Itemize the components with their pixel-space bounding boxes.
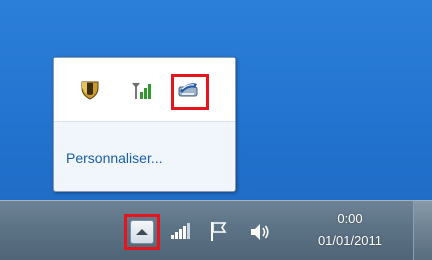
speaker-volume-icon[interactable] xyxy=(247,219,273,245)
clock-date: 01/01/2011 xyxy=(317,233,383,248)
taskbar-clock[interactable]: 0:00 01/01/2011 xyxy=(295,209,405,253)
mobile-network-signal-icon[interactable] xyxy=(130,79,156,105)
show-desktop-button[interactable] xyxy=(413,201,432,260)
network-signal-icon[interactable] xyxy=(168,219,194,245)
taskbar: 0:00 01/01/2011 xyxy=(0,200,432,260)
highlight-box-device-icon xyxy=(171,74,209,110)
popup-footer: Personnaliser... xyxy=(54,122,235,191)
clock-time: 0:00 xyxy=(337,211,363,226)
action-center-flag-icon[interactable] xyxy=(206,219,232,245)
notification-overflow-popup: Personnaliser... xyxy=(53,57,236,192)
customize-link[interactable]: Personnaliser... xyxy=(66,150,163,166)
highlight-box-show-hidden xyxy=(124,214,160,250)
overflow-icons-area xyxy=(54,58,235,121)
desktop: Personnaliser... 0:00 01/01/2011 xyxy=(0,0,432,260)
security-shield-icon[interactable] xyxy=(79,79,105,105)
